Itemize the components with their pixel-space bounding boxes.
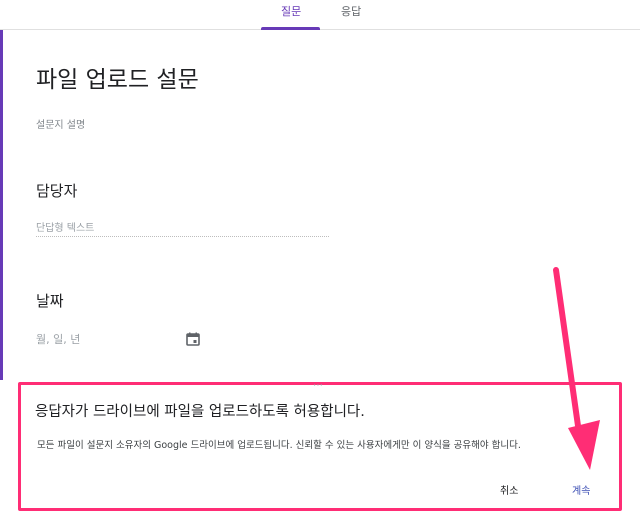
question-title-assignee: 담당자 <box>36 182 78 200</box>
dialog-body-text: 모든 파일이 설문지 소유자의 Google 드라이브에 업로드됩니다. 신뢰할… <box>37 440 521 451</box>
dialog-title: 응답자가 드라이브에 파일을 업로드하도록 허용합니다. <box>35 404 365 420</box>
date-input[interactable]: 월, 일, 년 <box>36 331 80 347</box>
tab-questions[interactable]: 질문 <box>281 3 301 19</box>
calendar-icon[interactable] <box>185 331 201 347</box>
tabs-bar: 질문 응답 <box>0 0 640 30</box>
continue-button[interactable]: 계속 <box>572 482 590 497</box>
short-answer-input[interactable]: 단답형 텍스트 <box>36 219 329 237</box>
form-title[interactable]: 파일 업로드 설문 <box>36 60 199 94</box>
cancel-button[interactable]: 취소 <box>500 482 518 497</box>
tab-responses[interactable]: 응답 <box>341 3 361 19</box>
form-accent-bar <box>0 30 3 380</box>
form-description-field[interactable]: 설문지 설명 <box>36 116 85 131</box>
drag-handle-icon[interactable]: ⋯ <box>313 381 329 391</box>
question-title-date: 날짜 <box>36 292 64 310</box>
